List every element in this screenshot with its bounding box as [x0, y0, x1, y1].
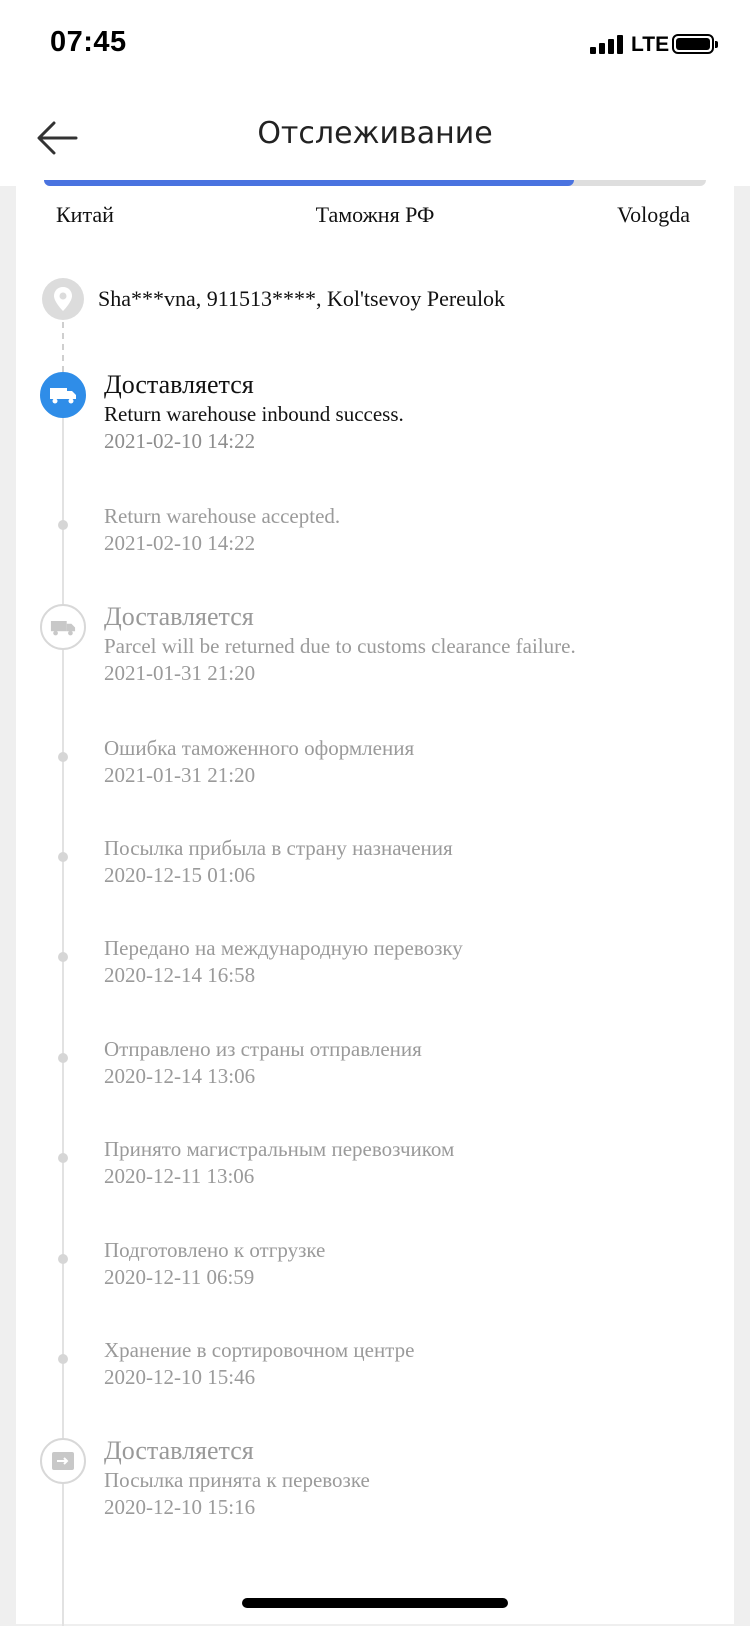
network-label: LTE — [631, 33, 670, 56]
timeline-dot — [58, 952, 68, 962]
event-time: 2020-12-10 15:16 — [104, 1495, 256, 1519]
event-description: Parcel will be returned due to customs c… — [104, 634, 576, 658]
delivery-address: Sha***vna, 911513****, Kol'tsevoy Pereul… — [98, 286, 506, 311]
tracking-card: Китай Таможня РФ Vologda Sha***vna, 9115… — [16, 180, 734, 1626]
status-time: 07:45 — [50, 26, 127, 58]
event-time: 2021-02-10 14:22 — [104, 429, 256, 453]
event-description: Посылка принята к перевозке — [104, 1468, 370, 1492]
header: Отслеживание — [0, 90, 750, 186]
truck-icon — [40, 372, 86, 418]
event-time: 2021-01-31 21:20 — [104, 661, 256, 685]
timeline-dot — [58, 1254, 68, 1264]
event-time: 2020-12-11 06:59 — [104, 1265, 255, 1289]
route-progress-bar — [44, 180, 706, 186]
truck-icon — [40, 604, 86, 650]
timeline-dot — [58, 852, 68, 862]
event-status: Доставляется — [104, 370, 254, 399]
event-time: 2021-01-31 21:20 — [104, 763, 256, 787]
event-description: Хранение в сортировочном центре — [104, 1338, 415, 1362]
route-end: Vologda — [617, 202, 690, 227]
event-description: Посылка прибыла в страну назначения — [104, 836, 453, 860]
timeline-dot — [58, 1354, 68, 1364]
home-indicator[interactable] — [242, 1598, 508, 1608]
timeline-dot — [58, 520, 68, 530]
event-time: 2020-12-11 13:06 — [104, 1164, 255, 1188]
event-time: 2020-12-15 01:06 — [104, 863, 256, 887]
event-time: 2020-12-14 13:06 — [104, 1064, 256, 1088]
event-description: Принято магистральным перевозчиком — [104, 1137, 455, 1161]
event-time: 2021-02-10 14:22 — [104, 531, 256, 555]
event-description: Return warehouse accepted. — [104, 504, 341, 528]
timeline-dot — [58, 1153, 68, 1163]
event-status: Доставляется — [104, 602, 254, 631]
signal-icon — [590, 34, 626, 54]
event-time: 2020-12-10 15:46 — [104, 1365, 256, 1389]
package-icon — [40, 1438, 86, 1484]
location-pin-icon — [42, 278, 84, 320]
event-description: Return warehouse inbound success. — [104, 402, 404, 426]
page-title: Отслеживание — [257, 116, 493, 151]
timeline-connector — [62, 322, 64, 372]
event-description: Отправлено из страны отправления — [104, 1037, 422, 1061]
status-bar: 07:45 LTE — [0, 0, 750, 90]
event-description: Подготовлено к отгрузке — [104, 1238, 326, 1262]
battery-icon — [672, 34, 718, 54]
event-description: Ошибка таможенного оформления — [104, 736, 415, 760]
route-progress-fill — [44, 180, 574, 186]
event-time: 2020-12-14 16:58 — [104, 963, 256, 987]
timeline-dot — [58, 752, 68, 762]
event-description: Передано на международную перевозку — [104, 936, 463, 960]
event-status: Доставляется — [104, 1436, 254, 1465]
timeline-dot — [58, 1053, 68, 1063]
